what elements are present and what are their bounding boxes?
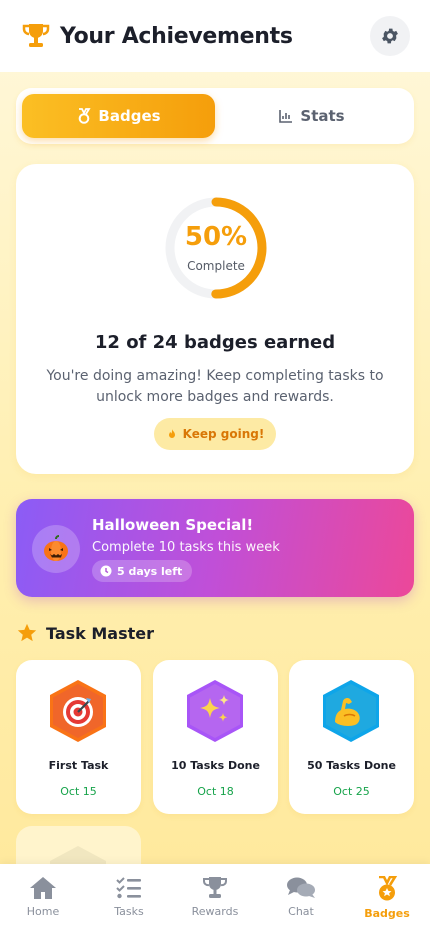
badge-card[interactable]: 50 Tasks Done Oct 25 [289,660,414,814]
tab-stats[interactable]: Stats [215,94,408,138]
badges-earned-text: 12 of 24 badges earned [94,332,336,353]
keep-going-label: Keep going! [182,427,265,441]
bottom-nav: Home Tasks Rewards Chat Badges [0,864,430,932]
badge-date: Oct 18 [197,785,234,798]
nav-label: Badges [364,907,410,920]
progress-label: Complete [187,259,245,273]
event-card[interactable]: Halloween Special! Complete 10 tasks thi… [16,499,414,597]
nav-chat[interactable]: Chat [258,864,344,932]
flexed-biceps-icon [323,680,379,742]
nav-badges[interactable]: Badges [344,864,430,932]
medal-icon [379,876,398,901]
badge-name: 10 Tasks Done [171,759,260,772]
target-icon [50,680,106,742]
badge-date: Oct 15 [60,785,97,798]
view-tabs: Badges Stats [16,88,414,144]
medal-icon [79,108,92,124]
section-title-label: Task Master [46,623,155,643]
pumpkin-icon [32,525,80,573]
clock-icon [100,565,112,577]
star-icon [17,623,37,642]
chat-icon [287,877,315,898]
badge-name: First Task [48,759,109,772]
nav-home[interactable]: Home [0,864,86,932]
event-subtitle: Complete 10 tasks this week [92,540,280,555]
trophy-icon [203,877,227,898]
fire-icon [168,429,175,438]
tab-badges[interactable]: Badges [22,94,215,138]
nav-label: Rewards [191,905,239,918]
home-icon [30,877,56,899]
badge-card[interactable]: First Task Oct 15 [16,660,141,814]
nav-rewards[interactable]: Rewards [172,864,258,932]
settings-button[interactable] [370,16,410,56]
event-title: Halloween Special! [92,516,254,534]
page-title: Your Achievements [60,23,293,49]
keep-going-button[interactable]: Keep going! [154,418,276,450]
progress-percent: 50% [184,222,248,252]
nav-label: Home [26,905,60,918]
nav-tasks[interactable]: Tasks [86,864,172,932]
tab-label: Stats [300,107,345,125]
progress-card: 50% Complete 12 of 24 badges earned You'… [16,164,414,474]
section-title: Task Master [16,622,154,644]
checklist-icon [116,877,141,899]
nav-label: Tasks [114,905,144,918]
app-header: Your Achievements [0,0,430,72]
sparkles-icon [187,680,243,742]
event-time-left-label: 5 days left [117,564,183,578]
gear-icon [382,28,398,44]
badge-name: 50 Tasks Done [307,759,396,772]
event-time-left: 5 days left [92,560,193,582]
bar-chart-icon [279,110,293,123]
badge-card[interactable]: 10 Tasks Done Oct 18 [153,660,278,814]
nav-label: Chat [288,905,314,918]
badge-date: Oct 25 [333,785,370,798]
progress-description: You're doing amazing! Keep completing ta… [46,368,384,405]
trophy-icon [22,24,50,47]
tab-label: Badges [98,107,161,125]
